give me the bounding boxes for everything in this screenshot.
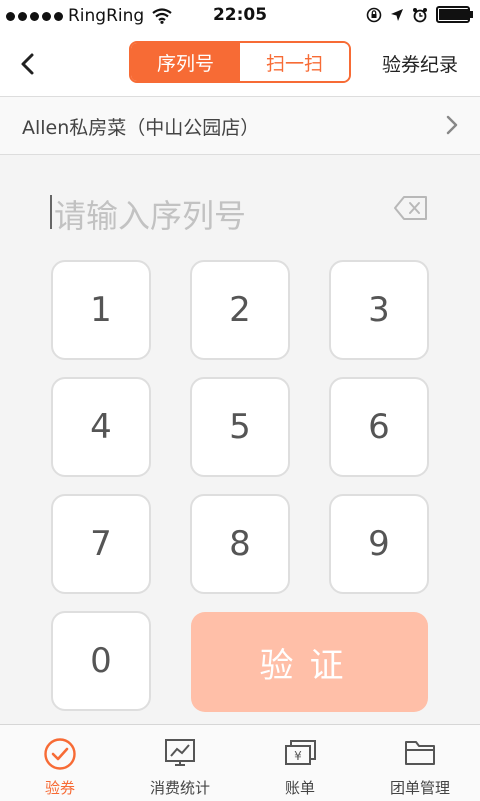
key-7[interactable]: 7 [51,494,151,594]
verify-button[interactable]: 验证 [191,612,428,712]
serial-input[interactable]: 请输入序列号 [54,191,246,237]
chevron-right-icon [446,115,458,135]
tab-bill-label: 账单 [284,779,315,797]
tab-group-orders-label: 团单管理 [389,779,450,797]
key-5[interactable]: 5 [190,377,290,477]
folder-icon [405,741,435,765]
verify-history-button[interactable]: 验券纪录 [382,50,458,77]
bottom-tab-bar: 验券 消费统计 ¥ 账单 团单管理 [0,724,480,801]
key-9[interactable]: 9 [329,494,429,594]
mode-segmented-control: 序列号 扫一扫 [129,41,351,83]
tab-scan[interactable]: 扫一扫 [240,43,349,81]
store-selector[interactable]: Allen私房菜（中山公园店） [0,97,480,155]
verify-icon [44,738,76,770]
tab-serial-number[interactable]: 序列号 [131,43,240,81]
alarm-icon [413,7,427,22]
tab-bill[interactable]: ¥ 账单 [240,725,360,801]
battery-icon [436,6,473,23]
back-icon[interactable] [14,48,44,80]
key-0[interactable]: 0 [51,611,151,711]
location-icon [391,8,403,21]
chart-icon [165,739,195,766]
battery-level [439,9,468,20]
key-2[interactable]: 2 [190,260,290,360]
tab-group-orders[interactable]: 团单管理 [360,725,480,801]
key-8[interactable]: 8 [190,494,290,594]
store-name: Allen私房菜（中山公园店） [22,117,260,139]
rotation-lock-icon [366,7,382,22]
backspace-icon[interactable] [393,194,429,222]
text-cursor [50,195,52,229]
key-3[interactable]: 3 [329,260,429,360]
key-6[interactable]: 6 [329,377,429,477]
key-4[interactable]: 4 [51,377,151,477]
key-1[interactable]: 1 [51,260,151,360]
svg-text:¥: ¥ [294,749,302,763]
tab-stats-label: 消费统计 [149,779,210,797]
tab-verify-label: 验券 [44,779,75,797]
navigation-bar: 序列号 扫一扫 验券纪录 [0,32,480,97]
tab-verify[interactable]: 验券 [0,725,120,801]
serial-input-row: 请输入序列号 [0,155,480,255]
bill-icon: ¥ [285,740,316,765]
status-bar: RingRing 22:05 [0,0,480,32]
status-indicators [366,6,473,23]
tab-stats[interactable]: 消费统计 [120,725,240,801]
